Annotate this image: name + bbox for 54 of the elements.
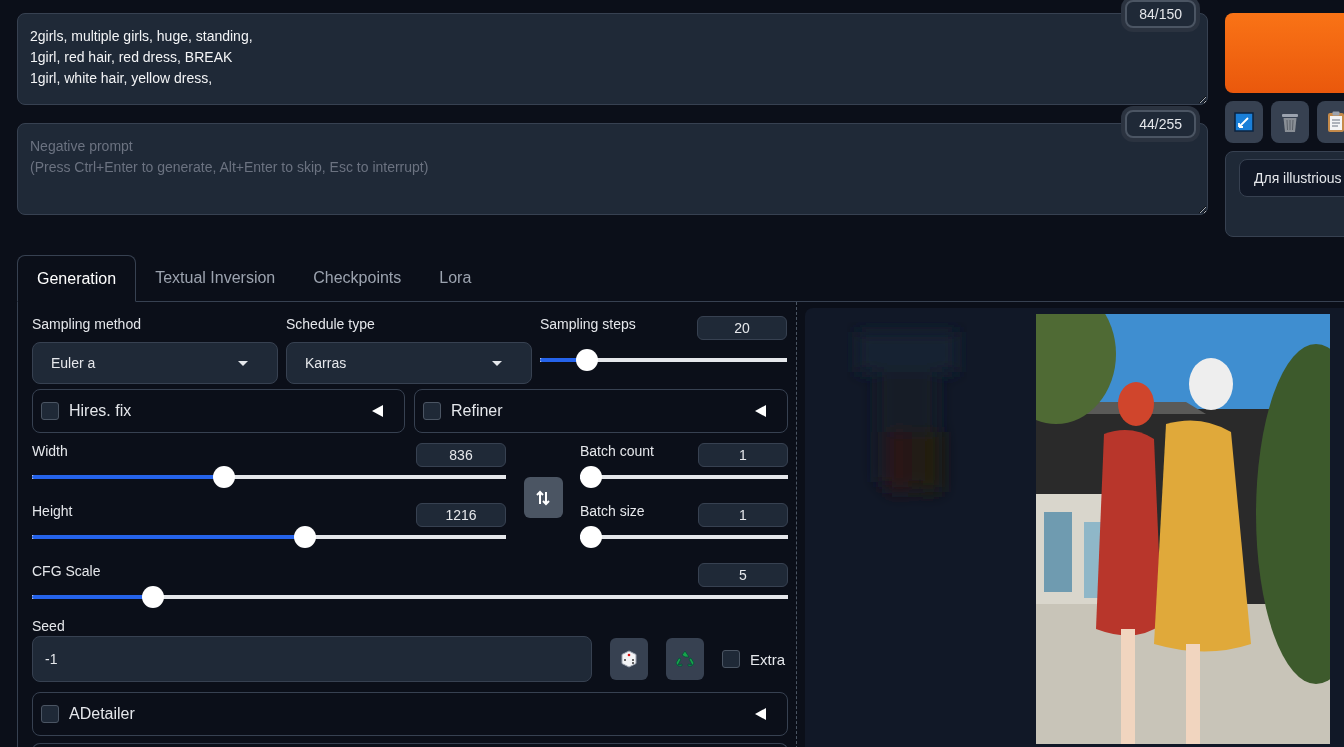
tab[interactable]: Lora (420, 255, 491, 302)
slider-label: Batch size (580, 503, 645, 519)
slider-thumb[interactable] (580, 526, 602, 548)
seed-field[interactable]: -1 (32, 636, 592, 682)
dice-icon (620, 650, 638, 668)
slider-label: Sampling steps (540, 316, 636, 332)
trash-icon (1280, 111, 1300, 133)
number-field[interactable]: 836 (416, 443, 506, 467)
accordion-header[interactable]: Hires. fix (32, 389, 405, 433)
trash-button[interactable] (1271, 101, 1309, 143)
clipboard-icon (1327, 111, 1344, 133)
tab[interactable]: Textual Inversion (136, 255, 295, 302)
slider-thumb[interactable] (212, 466, 235, 488)
slider-thumb[interactable] (142, 586, 165, 608)
recycle-icon (675, 649, 695, 669)
checkbox[interactable] (722, 650, 740, 668)
slider-label: CFG Scale (32, 563, 101, 579)
tab[interactable]: Checkpoints (294, 255, 421, 302)
checkbox[interactable] (423, 402, 441, 420)
collapse-triangle-icon (754, 404, 767, 418)
check-icon (1234, 112, 1254, 132)
slider-label: Batch count (580, 443, 654, 459)
number-field[interactable]: 1 (698, 503, 788, 527)
accordion-header[interactable]: ADetailer (32, 692, 788, 736)
tab[interactable]: Generation (17, 255, 137, 302)
number-field[interactable]: 1 (698, 443, 788, 467)
collapse-triangle-icon (754, 707, 767, 721)
swap-icon (535, 489, 551, 506)
checkbox-label: Extra (750, 650, 785, 668)
caret-icon (491, 359, 503, 367)
slider-label: Height (32, 503, 73, 519)
checkbox[interactable] (41, 402, 59, 420)
number-field[interactable]: 20 (697, 316, 787, 340)
field-label: Sampling method (32, 316, 142, 332)
checkbox[interactable] (41, 705, 59, 723)
accordion-header[interactable]: Refiner (414, 389, 788, 433)
caret-icon (237, 359, 249, 367)
swap-dimensions-button[interactable] (523, 477, 563, 518)
slider-label: Width (32, 443, 68, 459)
checkbox-icon-button[interactable] (1225, 101, 1263, 143)
slider-thumb[interactable] (580, 466, 602, 488)
slider-thumb[interactable] (576, 349, 598, 371)
clipboard-button[interactable] (1317, 101, 1344, 143)
slider-thumb[interactable] (294, 526, 317, 548)
schedule-type-dropdown[interactable]: Karras (286, 342, 532, 384)
number-field[interactable]: 5 (698, 563, 788, 587)
number-field[interactable]: 1216 (416, 503, 506, 527)
field-label: Schedule type (286, 316, 376, 332)
random-seed-button[interactable] (610, 638, 648, 680)
collapse-triangle-icon (371, 404, 384, 418)
styles-dropdown[interactable]: Для illustrious (1239, 159, 1344, 197)
reuse-seed-button[interactable] (666, 638, 704, 680)
field-label: Seed (32, 618, 66, 634)
sampling-method-dropdown[interactable]: Euler a (32, 342, 278, 384)
